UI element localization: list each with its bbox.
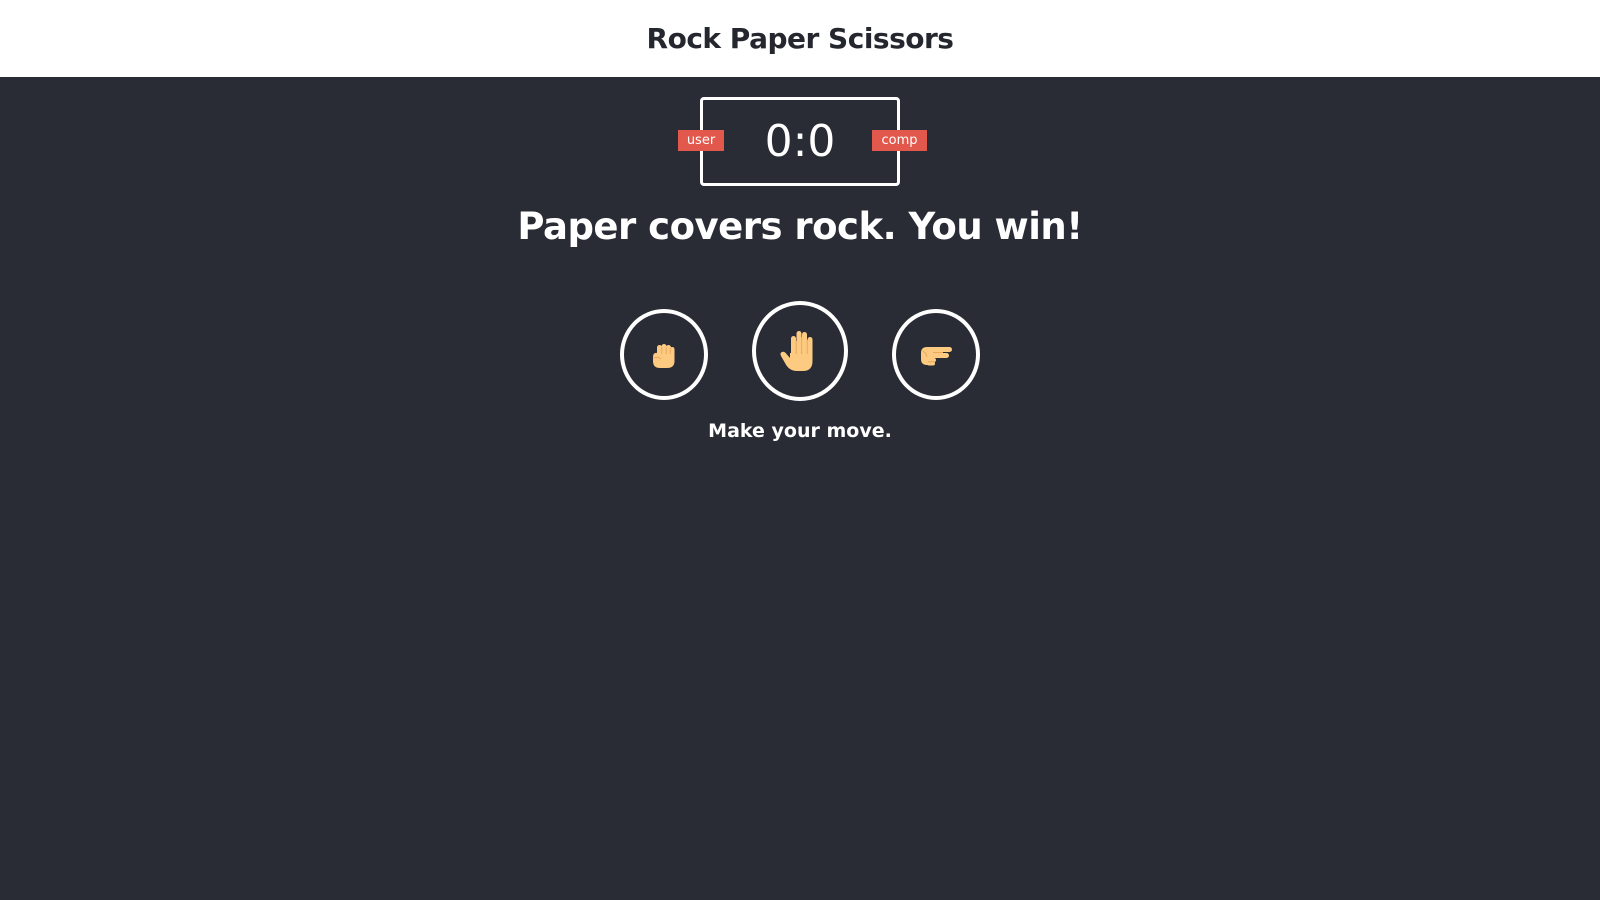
- header: Rock Paper Scissors: [0, 0, 1600, 77]
- scissors-button[interactable]: [892, 309, 980, 400]
- paper-button[interactable]: [752, 301, 848, 401]
- user-badge: user: [678, 130, 724, 151]
- victory-hand-icon: [921, 346, 952, 365]
- scoreboard: 0:0: [700, 97, 900, 186]
- page-title: Rock Paper Scissors: [646, 22, 954, 55]
- fist-icon: [653, 343, 675, 368]
- rock-button[interactable]: [620, 309, 708, 400]
- raised-hand-icon: [780, 331, 813, 371]
- action-message: Make your move.: [708, 420, 892, 442]
- result-message: Paper covers rock. You win!: [517, 205, 1083, 248]
- score-display: 0:0: [764, 115, 836, 167]
- comp-badge: comp: [872, 130, 927, 151]
